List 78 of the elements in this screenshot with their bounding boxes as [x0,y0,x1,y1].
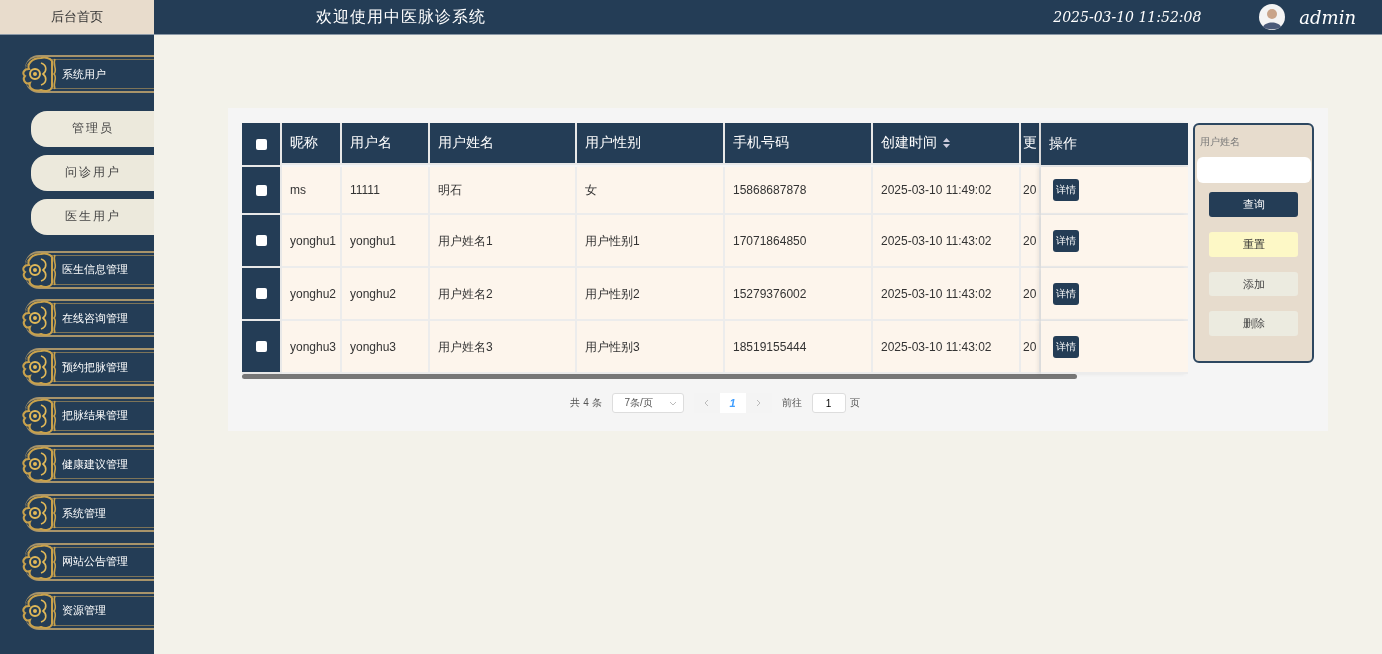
table-cell: yonghu2 [282,268,342,321]
page-suffix: 页 [849,396,860,410]
total-count: 共 4 条 [570,396,602,410]
table-cell: 15279376002 [725,268,873,321]
chevron-right-icon [756,398,762,407]
menu-item[interactable]: 健康建议管理 [25,445,154,484]
menu-item[interactable]: 医生信息管理 [25,250,154,289]
detail-button[interactable]: 详情 [1053,335,1079,358]
action-button[interactable]: 删除 [1209,311,1298,336]
menu-item[interactable]: 资源管理 [25,591,154,630]
goto-page-field[interactable]: 1 [811,393,846,413]
table-cell: 2025-03-10 11:43:02 [873,268,1021,321]
column-header: 手机号码 [725,123,873,165]
chevron-down-icon [668,400,677,406]
table-cell: 用户性别2 [577,268,725,321]
action-button[interactable]: 添加 [1209,271,1298,297]
submenu-item[interactable]: 管理员 [31,110,154,147]
sort-icon[interactable] [943,138,950,148]
table-cell: yonghu3 [342,321,430,374]
table-cell: 20 [1021,321,1041,374]
search-field[interactable] [1196,157,1311,184]
app-title: 欢迎使用中医脉诊系统 [316,6,486,28]
chevron-left-icon [704,398,710,407]
menu-item[interactable]: 预约把脉管理 [25,348,154,387]
column-header: 昵称 [282,123,342,165]
user-name[interactable]: admin [1299,6,1356,28]
detail-button[interactable]: 详情 [1053,282,1079,305]
table-cell: yonghu2 [342,268,430,321]
action-button[interactable]: 重置 [1209,232,1298,257]
table-cell: 用户性别1 [577,215,725,268]
table-cell: ms [282,167,342,215]
avatar-icon[interactable] [1259,4,1286,30]
table-cell: yonghu1 [282,215,342,268]
action-button[interactable]: 查询 [1209,192,1298,218]
datetime: 2025-03-10 11:52:08 [1053,9,1202,25]
column-header[interactable]: 创建时间 [873,123,1021,165]
table-cell: 20 [1021,215,1041,268]
detail-button[interactable]: 详情 [1053,229,1079,252]
checkbox[interactable] [255,138,267,150]
page-size-select[interactable]: 7条/页 [611,393,684,413]
table-cell: 17071864850 [725,215,873,268]
table-cell: 18519155444 [725,321,873,374]
table-cell: 2025-03-10 11:49:02 [873,167,1021,215]
table-cell: 20 [1021,268,1041,321]
submenu-item[interactable]: 问诊用户 [31,154,154,191]
submenu-item[interactable]: 医生用户 [31,198,154,235]
table-cell: 用户姓名3 [430,321,577,374]
table-cell: 明石 [430,167,577,215]
column-header: 用户名 [342,123,430,165]
checkbox[interactable] [255,288,267,299]
menu-item[interactable]: 系统管理 [25,494,154,533]
table-cell: 11111 [342,167,430,215]
menu-item[interactable]: 系统用户 [25,55,154,93]
table-cell: 15868687878 [725,167,873,215]
home-link[interactable]: 后台首页 [0,0,154,34]
column-header: 用户性别 [577,123,725,165]
search-label: 用户姓名 [1200,135,1240,149]
table-cell: 20 [1021,167,1041,215]
column-header: 用户姓名 [430,123,577,165]
table-cell: 用户姓名2 [430,268,577,321]
checkbox[interactable] [255,184,267,196]
menu-item[interactable]: 网站公告管理 [25,542,154,581]
scrollbar[interactable] [242,374,1077,379]
column-header: 操作 [1041,123,1188,167]
table-cell: 女 [577,167,725,215]
table-cell: yonghu3 [282,321,342,374]
menu-item[interactable]: 在线咨询管理 [25,299,154,338]
column-header: 更 [1021,123,1041,165]
table-cell: 2025-03-10 11:43:02 [873,321,1021,374]
table-cell: 用户性别3 [577,321,725,374]
checkbox[interactable] [255,235,267,246]
table-cell: yonghu1 [342,215,430,268]
detail-button[interactable]: 详情 [1053,179,1079,201]
goto-label: 前往 [781,396,802,410]
table-cell: 用户姓名1 [430,215,577,268]
table-cell: 2025-03-10 11:43:02 [873,215,1021,268]
menu-item[interactable]: 把脉结果管理 [25,396,154,435]
checkbox[interactable] [255,341,267,352]
